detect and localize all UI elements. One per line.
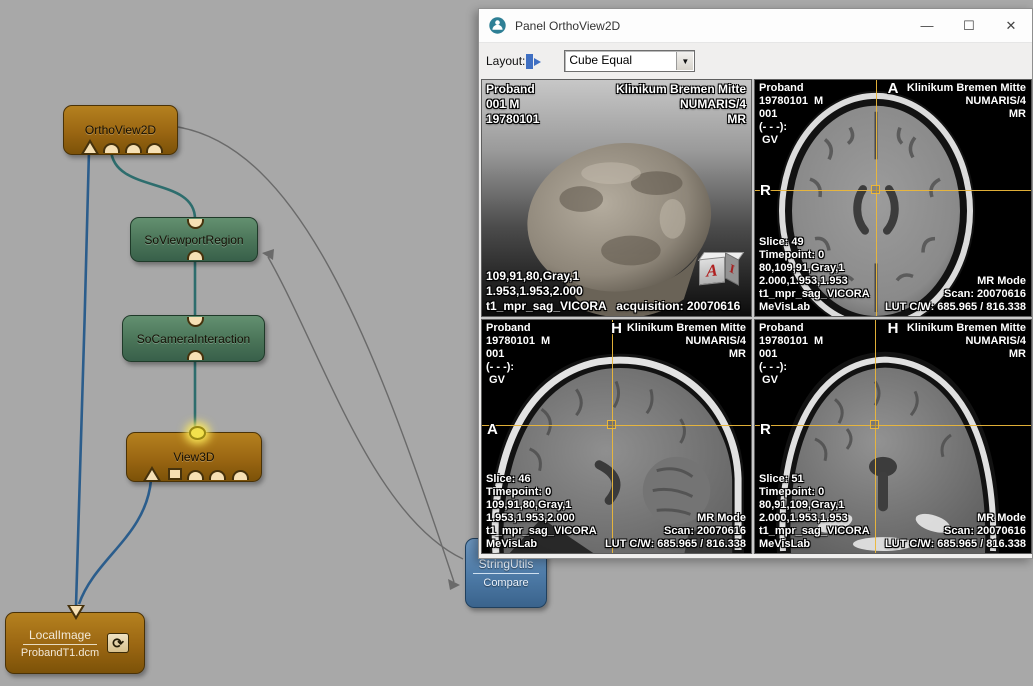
panel-window: Panel OrthoView2D — ☐ ✕ Layout: Cube Equ… — [478, 8, 1033, 559]
orientation-top-label: H — [611, 322, 622, 335]
site-info: Klinikum Bremen MitteNUMARIS/4MR — [907, 82, 1026, 121]
base-input-connector[interactable] — [168, 468, 182, 480]
window-titlebar[interactable]: Panel OrthoView2D — ☐ ✕ — [479, 9, 1032, 43]
orientation-cube-icon[interactable]: A I — [699, 252, 743, 286]
crosshair-center[interactable] — [607, 420, 616, 429]
crosshair-horizontal — [755, 425, 1031, 426]
mevislab-logo-icon — [489, 17, 506, 34]
inventor-input-connector-highlighted[interactable] — [189, 426, 206, 440]
inventor-input-connector[interactable] — [209, 470, 226, 480]
viewport-coronal[interactable]: Proband19780101 M001(- - -): GV Klinikum… — [754, 319, 1032, 554]
patient-info: Proband001 M19780101 — [486, 82, 539, 127]
maximize-button[interactable]: ☐ — [948, 9, 990, 42]
patient-info: Proband19780101 M001(- - -): GV — [759, 82, 823, 147]
inventor-input-connector[interactable] — [187, 317, 204, 327]
mode-info: MR ModeScan: 20070616LUT C/W: 685.965 / … — [885, 512, 1026, 551]
viewport-axial[interactable]: Proband19780101 M001(- - -): GV Klinikum… — [754, 79, 1032, 317]
orientation-side-label: R — [760, 423, 771, 436]
inventor-input-connector[interactable] — [187, 470, 204, 480]
field-sync-icon[interactable] — [526, 54, 542, 69]
node-label: SoViewportRegion — [144, 233, 243, 247]
dropdown-arrow-icon[interactable]: ▼ — [676, 52, 693, 70]
site-info: Klinikum Bremen MitteNUMARIS/4MR — [616, 82, 746, 127]
crosshair-center[interactable] — [870, 420, 879, 429]
site-info: Klinikum Bremen MitteNUMARIS/4MR — [907, 322, 1026, 361]
node-orthoview2d[interactable]: OrthoView2D — [63, 105, 178, 155]
network-canvas: OrthoView2D SoViewportRegion SoCameraInt… — [0, 0, 1033, 686]
slice-status: Slice: 46Timepoint: 0109,91,80,Gray,11.9… — [486, 473, 597, 551]
patient-info: Proband19780101 M001(- - -): GV — [759, 322, 823, 387]
reload-icon[interactable]: ⟳ — [107, 633, 129, 653]
node-socamerainteraction[interactable]: SoCameraInteraction — [122, 315, 265, 362]
crosshair-horizontal — [482, 425, 751, 426]
window-title: Panel OrthoView2D — [515, 19, 620, 33]
layout-label: Layout: — [486, 54, 525, 68]
slice-status: Slice: 49Timepoint: 080,109,91,Gray,12.0… — [759, 236, 870, 314]
inventor-output-connector[interactable] — [187, 350, 204, 360]
image-input-connector[interactable] — [143, 466, 161, 481]
image-input-connector[interactable] — [81, 139, 99, 154]
mode-info: MR ModeScan: 20070616LUT C/W: 685.965 / … — [605, 512, 746, 551]
inventor-input-connector[interactable] — [125, 143, 142, 153]
node-label: View3D — [173, 450, 214, 464]
crosshair-vertical — [876, 80, 877, 316]
node-label: OrthoView2D — [85, 123, 156, 137]
orientation-side-label: R — [760, 184, 771, 197]
patient-info: Proband19780101 M001(- - -): GV — [486, 322, 550, 387]
crosshair-vertical — [875, 320, 876, 553]
node-label: StringUtils — [473, 557, 540, 574]
layout-combobox[interactable]: Cube Equal ▼ — [564, 50, 695, 72]
crosshair-center[interactable] — [871, 185, 880, 194]
node-localimage[interactable]: LocalImage ProbandT1.dcm ⟳ — [5, 612, 145, 674]
node-view3d[interactable]: View3D — [126, 432, 262, 482]
image-output-connector[interactable] — [67, 605, 85, 620]
site-info: Klinikum Bremen MitteNUMARIS/4MR — [627, 322, 746, 361]
orientation-top-label: A — [888, 82, 899, 95]
orientation-side-label: A — [487, 423, 498, 436]
inventor-input-connector[interactable] — [103, 143, 120, 153]
node-label: LocalImage — [23, 628, 97, 645]
crosshair-horizontal — [755, 190, 1031, 191]
viewport-3d-render[interactable]: Proband001 M19780101 Klinikum Bremen Mit… — [481, 79, 752, 317]
orientation-cube-front-label: A — [699, 257, 725, 286]
minimize-button[interactable]: — — [906, 9, 948, 42]
node-filename: ProbandT1.dcm — [21, 647, 99, 659]
panel-toolbar: Layout: Cube Equal ▼ — [479, 43, 1032, 79]
close-button[interactable]: ✕ — [990, 9, 1032, 42]
inventor-input-connector[interactable] — [187, 219, 204, 229]
node-operation: Compare — [483, 577, 528, 589]
orientation-top-label: H — [888, 322, 899, 335]
inventor-input-connector[interactable] — [146, 143, 163, 153]
inventor-input-connector[interactable] — [232, 470, 249, 480]
slice-status: Slice: 51Timepoint: 080,91,109,Gray,12.0… — [759, 473, 870, 551]
inventor-output-connector[interactable] — [187, 250, 204, 260]
layout-selected-value: Cube Equal — [565, 50, 636, 70]
node-soviewportregion[interactable]: SoViewportRegion — [130, 217, 258, 262]
node-label: SoCameraInteraction — [137, 332, 250, 346]
viewport-grid: Proband001 M19780101 Klinikum Bremen Mit… — [481, 79, 1032, 554]
mode-info: MR ModeScan: 20070616LUT C/W: 685.965 / … — [885, 275, 1026, 314]
viewport-sagittal[interactable]: Proband19780101 M001(- - -): GV Klinikum… — [481, 319, 752, 554]
